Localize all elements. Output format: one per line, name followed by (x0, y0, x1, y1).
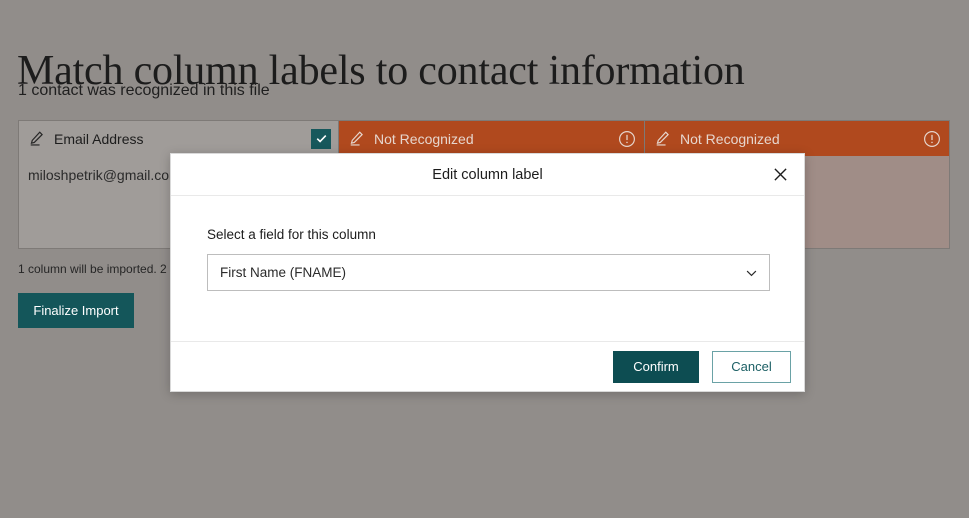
modal-title: Edit column label (432, 166, 543, 183)
pencil-icon (350, 131, 363, 146)
chevron-down-icon (746, 270, 757, 276)
modal-body: Select a field for this column First Nam… (171, 196, 804, 341)
check-badge (311, 128, 331, 149)
field-select-value: First Name (FNAME) (220, 264, 346, 280)
column-header-label: Not Recognized (374, 130, 474, 147)
pencil-icon (656, 131, 669, 146)
warning-circle-icon (924, 130, 940, 147)
column-header-email-address[interactable]: Email Address (19, 121, 339, 156)
modal-close-button[interactable] (769, 164, 791, 186)
warning-circle-icon (619, 130, 635, 147)
column-header-not-recognized-2[interactable]: Not Recognized (645, 121, 949, 156)
cancel-button[interactable]: Cancel (712, 350, 791, 383)
column-header-label: Email Address (54, 130, 144, 147)
finalize-import-button[interactable]: Finalize Import (18, 293, 134, 328)
modal-header: Edit column label (171, 154, 804, 196)
close-icon (773, 168, 787, 181)
pencil-icon (30, 131, 43, 146)
page-subtitle: 1 contact was recognized in this file (18, 82, 270, 99)
column-header-not-recognized-1[interactable]: Not Recognized (339, 121, 645, 156)
field-select[interactable]: First Name (FNAME) (207, 254, 770, 291)
warning-badge (923, 130, 941, 148)
check-icon (316, 134, 326, 143)
column-status (922, 129, 942, 149)
confirm-button[interactable]: Confirm (613, 350, 699, 383)
column-status (617, 129, 637, 149)
column-status (311, 128, 331, 149)
warning-badge (618, 130, 636, 148)
column-header-label: Not Recognized (680, 130, 780, 147)
table-header-row: Email Address Not Recognized Not Recogni… (19, 121, 949, 156)
edit-column-label-modal: Edit column label Select a field for thi… (170, 153, 805, 392)
field-select-label: Select a field for this column (207, 227, 376, 242)
modal-footer: Confirm Cancel (171, 341, 804, 391)
